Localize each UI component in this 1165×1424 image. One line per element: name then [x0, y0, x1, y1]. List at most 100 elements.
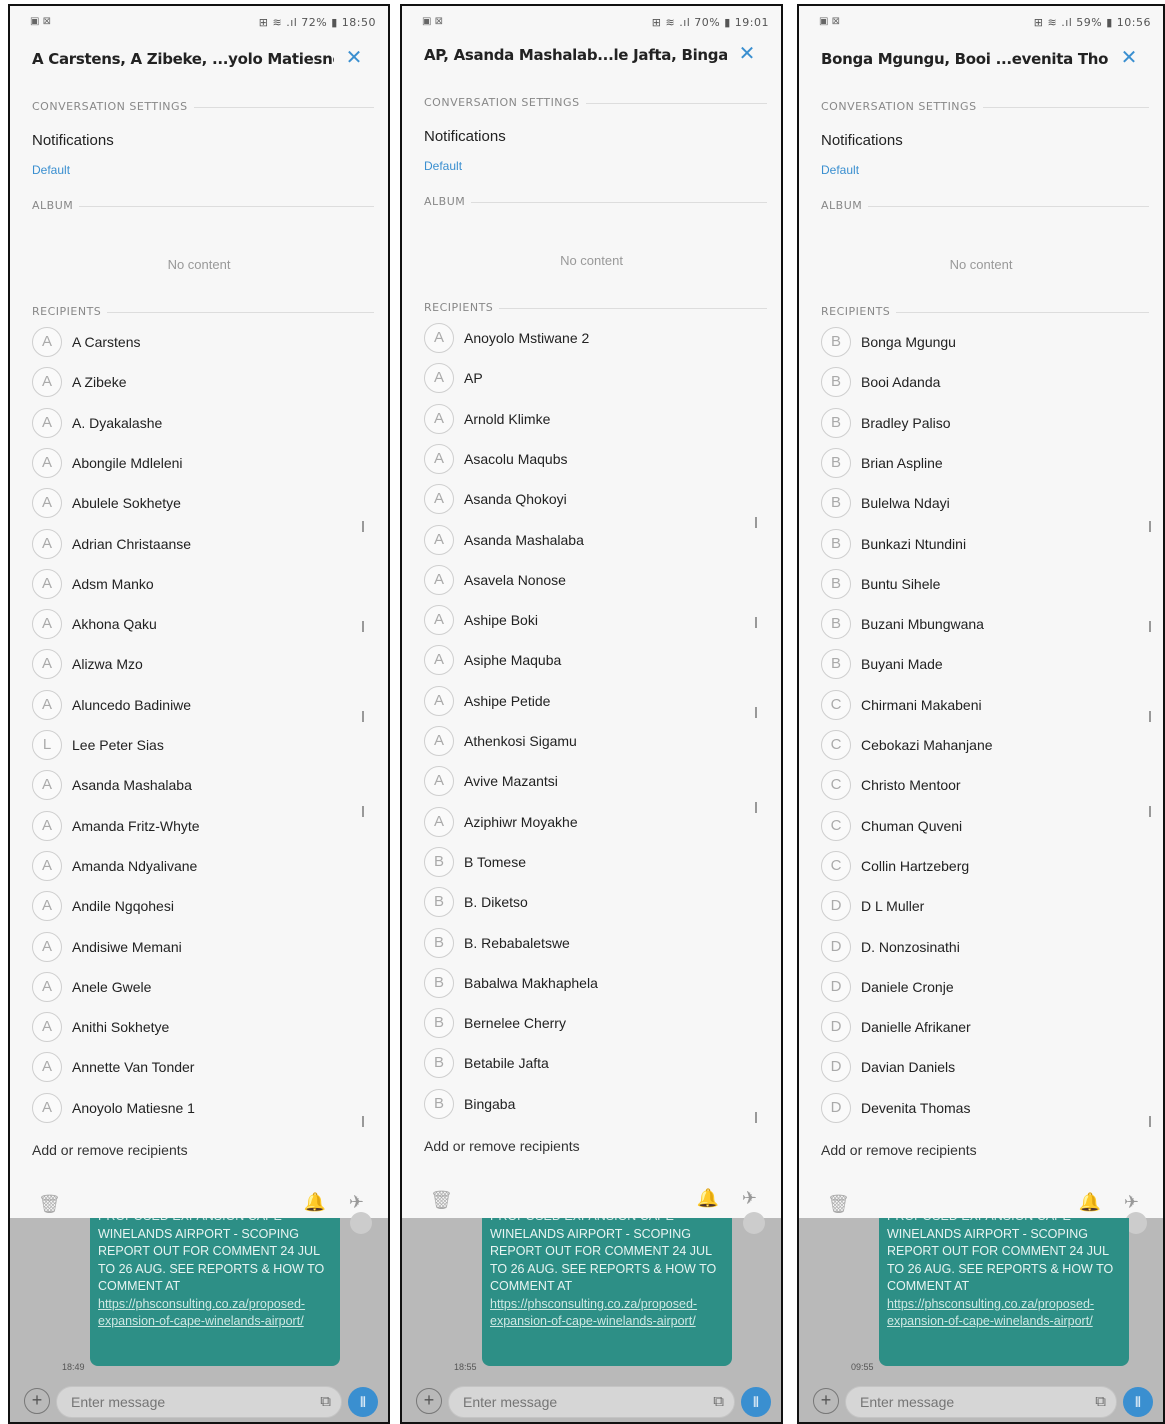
voice-send-icon[interactable]: ⦀ — [348, 1387, 378, 1417]
bell-icon[interactable]: 🔔 — [304, 1192, 326, 1213]
voice-send-icon[interactable]: ⦀ — [741, 1387, 771, 1417]
recipient-row[interactable]: C Collin Hartzeberg — [821, 850, 1143, 883]
recipient-row[interactable]: A Adrian Christaanse — [32, 528, 368, 561]
recipient-row[interactable]: A Athenkosi Sigamu — [424, 726, 761, 758]
recipient-row[interactable]: A Anoyolo Matiesne 1 — [32, 1092, 368, 1125]
recipient-row[interactable]: L Lee Peter Sias — [32, 730, 368, 762]
recipient-row[interactable]: B Babalwa Makhaphela — [424, 967, 761, 1000]
recipient-row[interactable]: D D L Muller — [821, 891, 1143, 923]
notifications-setting[interactable]: Notifications — [32, 132, 114, 149]
plus-icon[interactable]: + — [813, 1388, 839, 1414]
attach-icon[interactable]: ⧉ — [713, 1393, 724, 1410]
attach-icon[interactable]: ⧉ — [1095, 1393, 1106, 1410]
recipient-row[interactable]: A Asavela Nonose — [424, 564, 761, 597]
recipient-row[interactable]: B Bunkazi Ntundini — [821, 528, 1143, 561]
recipient-row[interactable]: A Asacolu Maqubs — [424, 443, 761, 476]
notifications-value[interactable]: Default — [424, 159, 462, 173]
trash-icon[interactable]: 🗑 — [827, 1194, 850, 1215]
recipient-row[interactable]: D Devenita Thomas — [821, 1092, 1143, 1125]
add-remove-recipients-button[interactable]: Add or remove recipients — [32, 1142, 188, 1158]
recipient-row[interactable]: A A. Dyakalashe — [32, 407, 368, 440]
trash-icon[interactable]: 🗑 — [38, 1194, 61, 1215]
message-bubble[interactable]: PROPOSED EXPANSION CAPEWINELANDS AIRPORT… — [879, 1218, 1129, 1366]
recipient-row[interactable]: C Cebokazi Mahanjane — [821, 730, 1143, 762]
recipient-row[interactable]: A Anoyolo Mstiwane 2 — [424, 323, 761, 355]
recipient-row[interactable]: A Abulele Sokhetye — [32, 488, 368, 520]
bell-icon[interactable]: 🔔 — [697, 1188, 719, 1209]
recipient-row[interactable]: A Asanda Qhokoyi — [424, 484, 761, 516]
pin-icon[interactable]: ✈ — [1124, 1192, 1139, 1213]
recipient-row[interactable]: B Buzani Mbungwana — [821, 609, 1143, 641]
close-icon[interactable]: ✕ — [342, 46, 366, 70]
recipient-row[interactable]: A Avive Mazantsi — [424, 766, 761, 798]
recipient-row[interactable]: B B. Diketso — [424, 887, 761, 919]
add-remove-recipients-button[interactable]: Add or remove recipients — [821, 1142, 977, 1158]
message-input[interactable] — [449, 1387, 677, 1417]
recipient-row[interactable]: B Brian Aspline — [821, 447, 1143, 480]
message-input[interactable] — [57, 1387, 285, 1417]
recipient-row[interactable]: A Alizwa Mzo — [32, 649, 368, 681]
pin-icon[interactable]: ✈ — [742, 1188, 757, 1209]
notifications-value[interactable]: Default — [821, 163, 859, 177]
recipient-row[interactable]: B Buntu Sihele — [821, 568, 1143, 601]
recipient-row[interactable]: A Asanda Mashalaba — [424, 524, 761, 557]
recipient-row[interactable]: A A Zibeke — [32, 367, 368, 399]
recipient-row[interactable]: A Ashipe Petide — [424, 685, 761, 718]
recipient-row[interactable]: A Annette Van Tonder — [32, 1052, 368, 1084]
recipient-row[interactable]: C Christo Mentoor — [821, 770, 1143, 802]
recipient-row[interactable]: A Amanda Fritz-Whyte — [32, 810, 368, 843]
recipient-row[interactable]: A Andisiwe Memani — [32, 931, 368, 964]
recipient-row[interactable]: A Amanda Ndyalivane — [32, 850, 368, 883]
message-link[interactable]: https://phsconsulting.co.za/proposed-exp… — [98, 1296, 332, 1331]
recipient-row[interactable]: B Bonga Mgungu — [821, 327, 1143, 359]
recipient-row[interactable]: C Chirmani Makabeni — [821, 689, 1143, 722]
trash-icon[interactable]: 🗑 — [430, 1190, 453, 1211]
recipient-row[interactable]: D Davian Daniels — [821, 1052, 1143, 1084]
recipient-row[interactable]: B B Tomese — [424, 846, 761, 879]
recipient-row[interactable]: B Bingaba — [424, 1088, 761, 1121]
recipient-row[interactable]: A Asiphe Maquba — [424, 645, 761, 677]
recipient-row[interactable]: A Anele Gwele — [32, 971, 368, 1004]
message-input[interactable] — [846, 1387, 1062, 1417]
recipient-row[interactable]: D D. Nonzosinathi — [821, 931, 1143, 964]
recipient-row[interactable]: A Aziphiwr Moyakhe — [424, 806, 761, 839]
notifications-setting[interactable]: Notifications — [821, 132, 903, 149]
plus-icon[interactable]: + — [416, 1388, 442, 1414]
recipient-row[interactable]: A Akhona Qaku — [32, 609, 368, 641]
message-field[interactable]: ⧉ — [448, 1386, 735, 1418]
recipient-row[interactable]: B Buyani Made — [821, 649, 1143, 681]
recipient-row[interactable]: D Danielle Afrikaner — [821, 1012, 1143, 1044]
pin-icon[interactable]: ✈ — [349, 1192, 364, 1213]
message-field[interactable]: ⧉ — [845, 1386, 1117, 1418]
voice-send-icon[interactable]: ⦀ — [1123, 1387, 1153, 1417]
attach-icon[interactable]: ⧉ — [320, 1393, 331, 1410]
notifications-setting[interactable]: Notifications — [424, 128, 506, 145]
message-link[interactable]: https://phsconsulting.co.za/proposed-exp… — [887, 1296, 1121, 1331]
recipient-row[interactable]: B Booi Adanda — [821, 367, 1143, 399]
message-bubble[interactable]: PROPOSED EXPANSION CAPEWINELANDS AIRPORT… — [90, 1218, 340, 1366]
recipient-row[interactable]: C Chuman Quveni — [821, 810, 1143, 843]
recipient-row[interactable]: A Aluncedo Badiniwe — [32, 689, 368, 722]
recipient-row[interactable]: A A Carstens — [32, 327, 368, 359]
recipient-row[interactable]: A Asanda Mashalaba — [32, 770, 368, 802]
recipient-row[interactable]: B Betabile Jafta — [424, 1048, 761, 1080]
close-icon[interactable]: ✕ — [735, 42, 759, 66]
message-field[interactable]: ⧉ — [56, 1386, 342, 1418]
recipient-row[interactable]: A Andile Ngqohesi — [32, 891, 368, 923]
recipient-row[interactable]: B Bradley Paliso — [821, 407, 1143, 440]
recipient-row[interactable]: A Adsm Manko — [32, 568, 368, 601]
close-icon[interactable]: ✕ — [1117, 46, 1141, 70]
recipient-row[interactable]: B B. Rebabaletswe — [424, 927, 761, 960]
recipient-row[interactable]: A AP — [424, 363, 761, 395]
recipient-row[interactable]: B Bernelee Cherry — [424, 1008, 761, 1040]
recipient-row[interactable]: A Ashipe Boki — [424, 605, 761, 637]
recipient-row[interactable]: B Bulelwa Ndayi — [821, 488, 1143, 520]
message-link[interactable]: https://phsconsulting.co.za/proposed-exp… — [490, 1296, 724, 1331]
notifications-value[interactable]: Default — [32, 163, 70, 177]
plus-icon[interactable]: + — [24, 1388, 50, 1414]
bell-icon[interactable]: 🔔 — [1079, 1192, 1101, 1213]
recipient-row[interactable]: A Abongile Mdleleni — [32, 447, 368, 480]
recipient-row[interactable]: A Arnold Klimke — [424, 403, 761, 436]
recipient-row[interactable]: D Daniele Cronje — [821, 971, 1143, 1004]
add-remove-recipients-button[interactable]: Add or remove recipients — [424, 1138, 580, 1154]
